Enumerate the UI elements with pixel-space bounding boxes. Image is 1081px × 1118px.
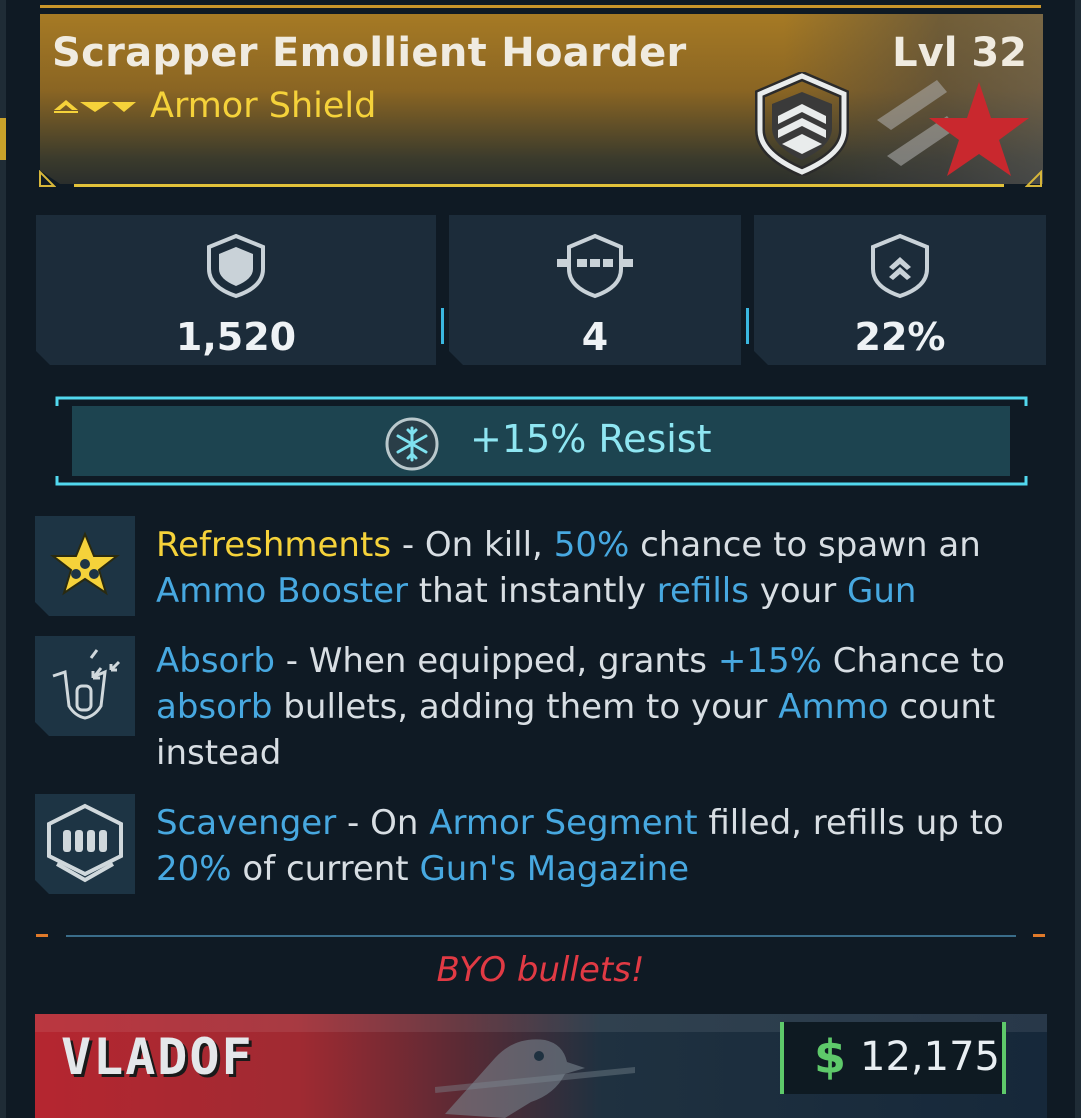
header-underline: [74, 184, 1004, 187]
perk-name: Absorb: [156, 641, 275, 681]
manufacturer-logo: VLADOF: [61, 1028, 254, 1086]
eagle-emblem-icon: [434, 1018, 816, 1118]
stat-recharge: 22%: [754, 215, 1046, 365]
stat-separator: [441, 308, 444, 344]
stat-separator: [746, 308, 749, 344]
rarity-chevrons-icon: [52, 96, 138, 120]
edge-marker: [0, 118, 6, 160]
shield-capacity-icon: [203, 233, 269, 303]
perk-scavenger-badge: [35, 794, 135, 894]
footer-divider: [66, 935, 1016, 937]
perk-refreshments-text: Refreshments - On kill, 50% chance to sp…: [156, 525, 981, 611]
perk-name: Refreshments: [156, 525, 392, 565]
element-resist-text: +15% Resist: [470, 417, 712, 461]
stat-segments-value: 4: [581, 315, 609, 359]
corner-triangle-right: [1024, 169, 1043, 192]
perk-absorb-text: Absorb - When equipped, grants +15% Chan…: [156, 641, 1005, 773]
dollar-icon: $: [814, 1030, 847, 1084]
refreshments-star-icon: [50, 531, 120, 596]
stat-capacity: 1,520: [36, 215, 436, 365]
cryo-snowflake-icon: [384, 416, 440, 476]
divider-cap-left: [36, 934, 48, 937]
perk-name: Scavenger: [156, 803, 337, 843]
perk-absorb-badge: [35, 636, 135, 736]
item-type: Armor Shield: [150, 86, 377, 126]
top-accent-line: [40, 5, 1041, 8]
red-star-emblem-icon: [877, 60, 1043, 184]
armor-segments-icon: [557, 233, 633, 303]
scavenger-ammo-icon: [47, 803, 123, 883]
divider-cap-right: [1033, 934, 1045, 937]
absorb-bullet-icon: [52, 649, 121, 720]
perk-refreshments-badge: [35, 516, 135, 616]
price-value: 12,175: [860, 1034, 1000, 1080]
shield-chevrons-icon: [752, 70, 852, 180]
price-box: $ 12,175: [780, 1022, 1006, 1094]
item-name: Scrapper Emollient Hoarder: [52, 30, 687, 76]
stat-segments: 4: [449, 215, 741, 365]
flavor-text: BYO bullets!: [436, 950, 645, 990]
corner-triangle-left: [38, 169, 57, 192]
perk-scavenger-text: Scavenger - On Armor Segment filled, ref…: [156, 803, 1004, 889]
item-header: Scrapper Emollient Hoarder Lvl 32 Armor …: [40, 14, 1043, 184]
recharge-chevron-icon: [867, 233, 933, 303]
stat-recharge-value: 22%: [854, 315, 946, 359]
stat-capacity-value: 1,520: [175, 315, 297, 359]
